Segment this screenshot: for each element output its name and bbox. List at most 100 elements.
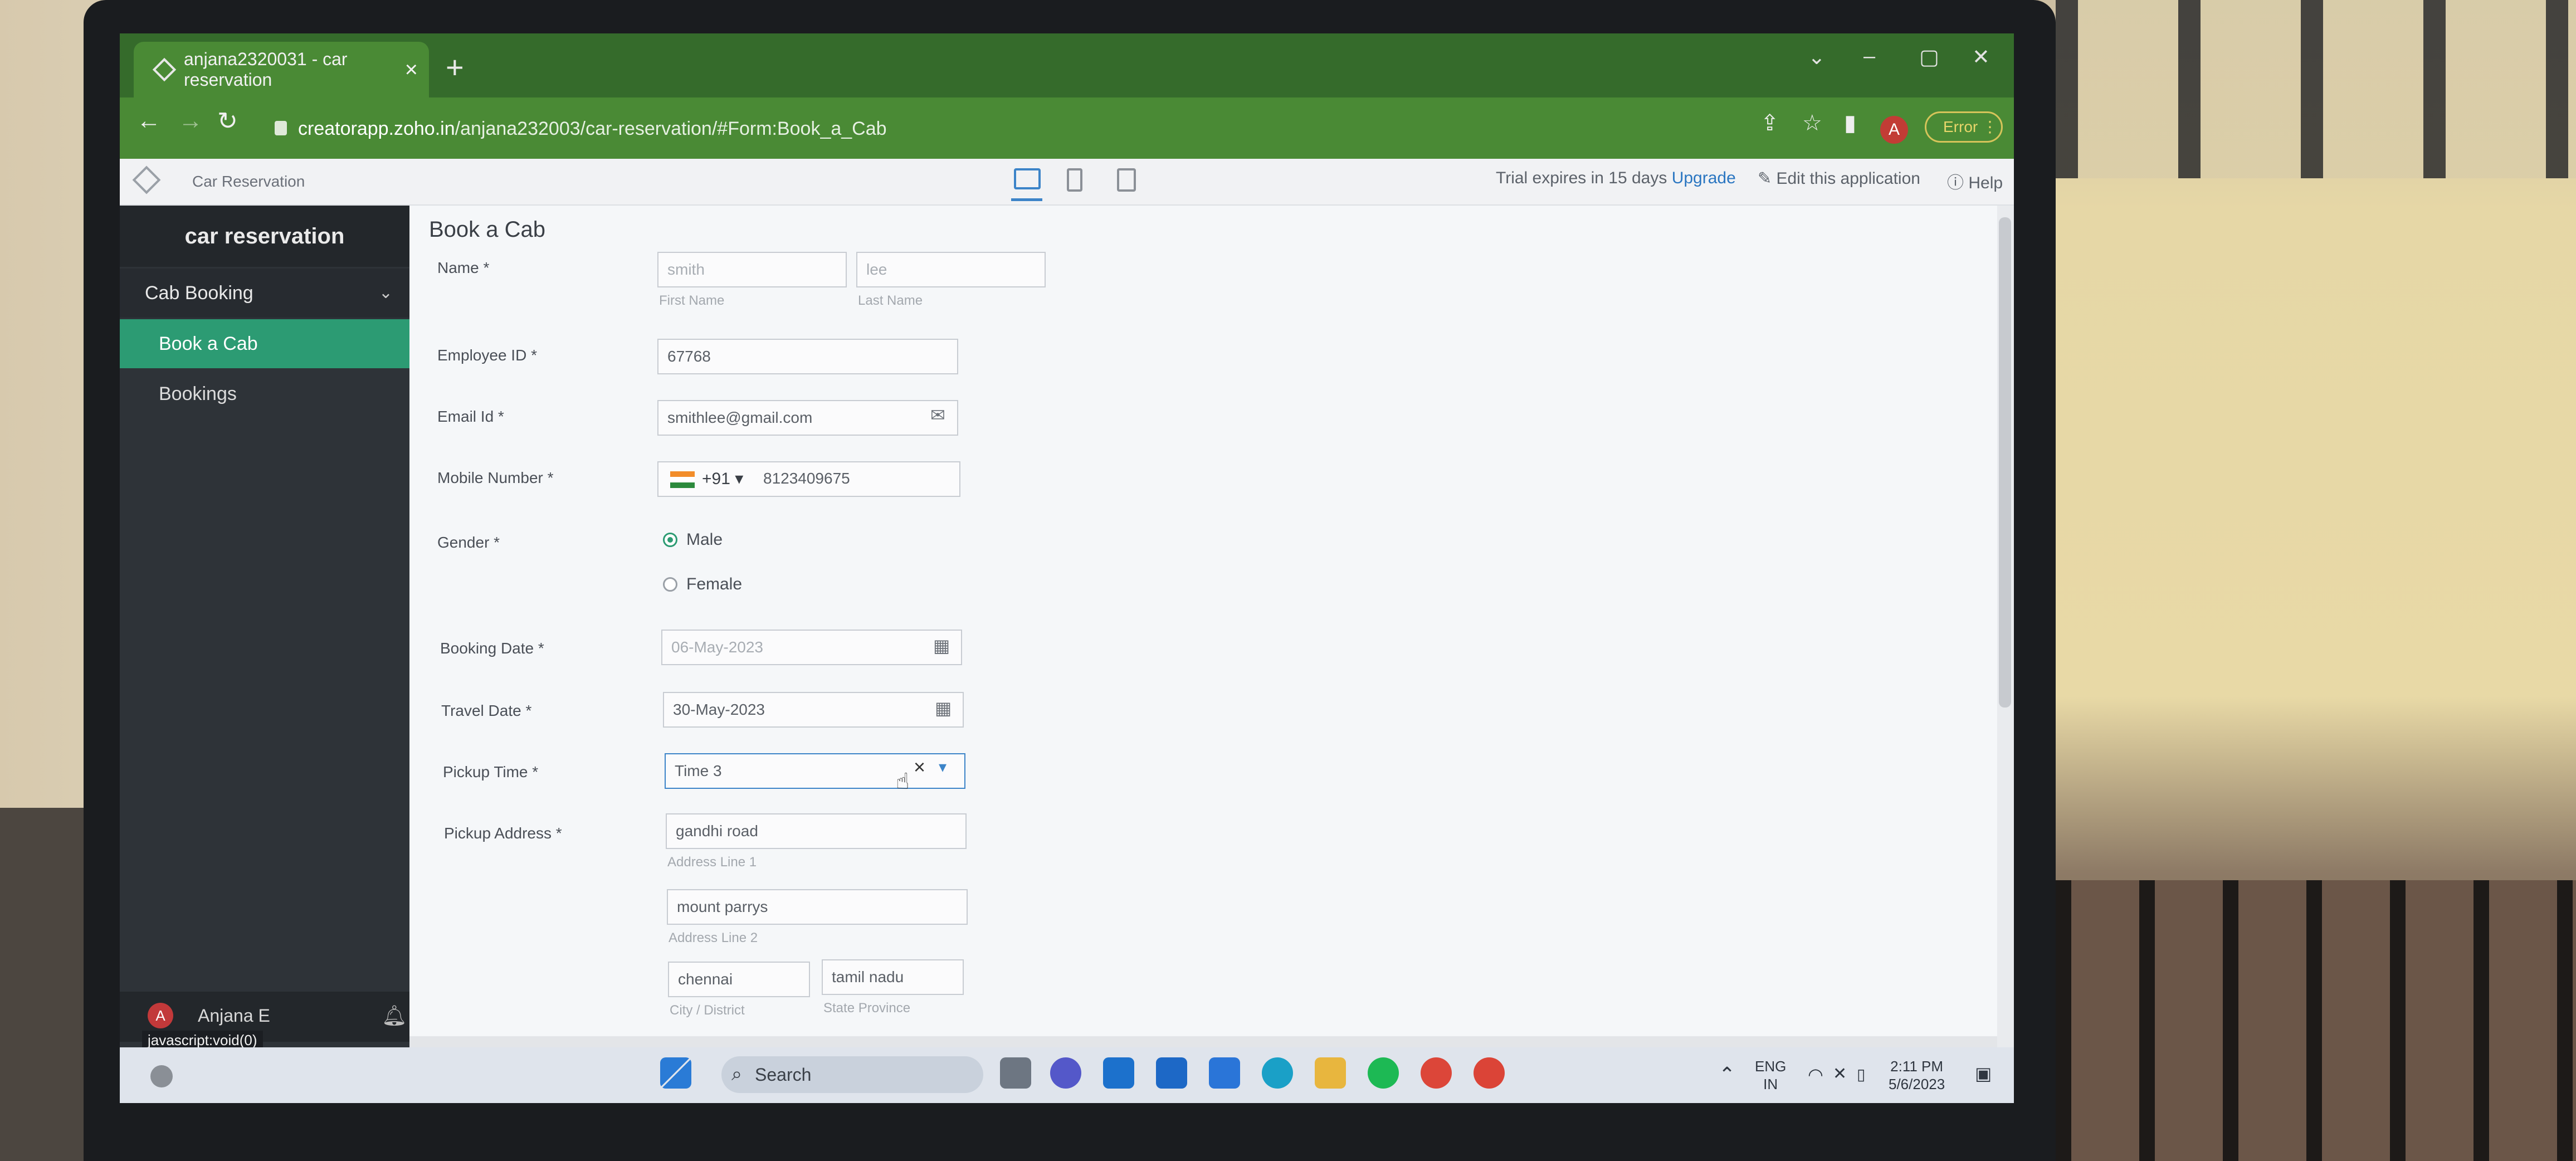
- edge-browser-icon[interactable]: [1262, 1057, 1293, 1089]
- gender-radio-female[interactable]: [663, 577, 677, 592]
- language-indicator[interactable]: ENG IN: [1755, 1057, 1786, 1093]
- gender-radio-male[interactable]: [663, 533, 677, 547]
- first-name-caption: First Name: [659, 293, 725, 308]
- gender-option-male: Male: [686, 530, 723, 549]
- close-window-icon[interactable]: ✕: [1972, 45, 1990, 70]
- last-name-caption: Last Name: [858, 293, 923, 308]
- windows-start-icon[interactable]: [660, 1057, 691, 1089]
- taskbar-search-label: Search: [755, 1065, 812, 1085]
- envelope-icon: ✉: [930, 405, 945, 425]
- minimize-icon[interactable]: –: [1863, 45, 1875, 69]
- share-icon[interactable]: ⇪: [1760, 110, 1779, 136]
- dropdown-arrow-icon[interactable]: ▾: [939, 758, 947, 776]
- mobile-number-input[interactable]: 8123409675: [763, 470, 850, 487]
- background-window: [2056, 0, 2576, 178]
- tray-chevron-up-icon[interactable]: ⌃: [1719, 1063, 1735, 1086]
- zoho-favicon-icon: [152, 57, 177, 82]
- travel-date-input[interactable]: 30-May-2023: [663, 692, 964, 728]
- store-icon[interactable]: [1209, 1057, 1240, 1089]
- name-label: Name *: [437, 259, 490, 276]
- volume-muted-icon[interactable]: ✕: [1833, 1064, 1847, 1084]
- tab-close-icon[interactable]: ×: [405, 57, 418, 82]
- employee-id-label: Employee ID *: [437, 347, 537, 364]
- task-view-icon[interactable]: [1000, 1057, 1031, 1089]
- address-line1-caption: Address Line 1: [667, 855, 757, 870]
- address-line1-input[interactable]: gandhi road: [666, 813, 967, 849]
- email-input[interactable]: smithlee@gmail.com: [657, 400, 958, 436]
- chevron-down-icon: ⌄: [378, 284, 393, 302]
- pickup-address-label: Pickup Address *: [444, 825, 562, 842]
- forward-icon[interactable]: →: [178, 107, 203, 135]
- address-line2-caption: Address Line 2: [669, 930, 758, 945]
- battery-icon[interactable]: ▯: [1857, 1065, 1865, 1084]
- chat-icon[interactable]: [1050, 1057, 1081, 1089]
- spotify-icon[interactable]: [1368, 1057, 1399, 1089]
- reload-icon[interactable]: ↻: [217, 107, 238, 135]
- browser-tab[interactable]: anjana2320031 - car reservation ×: [134, 42, 429, 97]
- horizontal-scrollbar[interactable]: [409, 1036, 1997, 1048]
- sidebar-item-book-a-cab[interactable]: Book a Cab: [120, 319, 409, 368]
- maximize-icon[interactable]: ▢: [1919, 45, 1939, 70]
- clear-selection-icon[interactable]: ×: [914, 755, 925, 779]
- booking-date-input[interactable]: 06-May-2023: [661, 630, 962, 665]
- tab-search-chevron-icon[interactable]: ⌄: [1808, 45, 1826, 70]
- wifi-icon[interactable]: ◠: [1808, 1064, 1823, 1085]
- search-icon: ⌕: [731, 1064, 743, 1085]
- lock-icon[interactable]: [275, 121, 287, 135]
- pickup-time-label: Pickup Time *: [443, 763, 539, 780]
- clock[interactable]: 2:11 PM 5/6/2023: [1889, 1057, 1945, 1093]
- gender-label: Gender *: [437, 534, 500, 551]
- edit-application-link[interactable]: ✎ Edit this application: [1758, 169, 1920, 188]
- url-field[interactable]: creatorapp.zoho.in/anjana232003/car-rese…: [298, 118, 887, 140]
- last-name-input[interactable]: lee: [856, 252, 1046, 287]
- profile-avatar[interactable]: A: [1880, 116, 1908, 144]
- state-input[interactable]: tamil nadu: [822, 959, 964, 995]
- file-explorer-icon[interactable]: [1315, 1057, 1346, 1089]
- widgets-icon[interactable]: [150, 1065, 173, 1087]
- gender-option-female: Female: [686, 575, 743, 593]
- screen-content: anjana2320031 - car reservation × + ⌄ – …: [120, 33, 2014, 1103]
- upgrade-link[interactable]: Upgrade: [1672, 169, 1736, 187]
- mouse-cursor-icon: ☝︎: [896, 769, 910, 794]
- tablet-view-icon[interactable]: [1067, 168, 1082, 192]
- bookmark-star-icon[interactable]: ☆: [1802, 110, 1822, 136]
- chrome-icon[interactable]: [1421, 1057, 1452, 1089]
- first-name-input[interactable]: smith: [657, 252, 847, 287]
- chrome-profile-icon[interactable]: [1474, 1057, 1505, 1089]
- calendar-icon[interactable]: ▦: [933, 635, 950, 656]
- side-panel-icon[interactable]: ▮: [1844, 110, 1856, 136]
- trial-notice: Trial expires in 15 days Upgrade: [1496, 169, 1736, 187]
- background-railing: [2056, 880, 2576, 1161]
- sidebar-app-title: car reservation: [120, 206, 409, 267]
- tab-title: anjana2320031 - car reservation: [184, 49, 348, 90]
- india-flag-icon[interactable]: [670, 471, 695, 488]
- page-title: Book a Cab: [429, 217, 546, 242]
- city-caption: City / District: [670, 1003, 745, 1018]
- employee-id-input[interactable]: 67768: [657, 339, 958, 374]
- help-link[interactable]: ⓘ Help: [1947, 169, 2003, 193]
- calendar-icon[interactable]: ▦: [935, 697, 952, 719]
- avatar[interactable]: A: [148, 1003, 173, 1028]
- desktop-view-icon[interactable]: [1014, 168, 1041, 189]
- app-icon[interactable]: [1156, 1057, 1187, 1089]
- city-input[interactable]: chennai: [668, 962, 810, 997]
- sidebar-item-bookings[interactable]: Bookings: [120, 369, 409, 418]
- notification-bell-icon[interactable]: 🔔︎: [382, 1004, 407, 1027]
- app-name: Car Reservation: [192, 173, 305, 190]
- sidebar-group-cab-booking[interactable]: Cab Booking ⌄: [120, 269, 409, 318]
- new-tab-icon[interactable]: +: [446, 49, 464, 85]
- mobile-view-icon[interactable]: [1117, 168, 1136, 192]
- mobile-number-label: Mobile Number *: [437, 469, 554, 486]
- state-caption: State Province: [823, 1001, 911, 1016]
- notification-icon[interactable]: ▣: [1975, 1063, 1992, 1084]
- browser-error-button[interactable]: Error ⋮: [1925, 111, 2003, 143]
- active-view-indicator: [1011, 198, 1042, 201]
- country-code-select[interactable]: +91 ▾: [702, 469, 743, 489]
- mail-icon[interactable]: [1103, 1057, 1134, 1089]
- back-icon[interactable]: ←: [136, 107, 161, 135]
- scrollbar-thumb[interactable]: [1999, 217, 2011, 708]
- booking-date-label: Booking Date *: [440, 640, 544, 657]
- user-name[interactable]: Anjana E: [198, 1006, 270, 1026]
- address-line2-input[interactable]: mount parrys: [667, 889, 968, 925]
- travel-date-label: Travel Date *: [441, 702, 532, 719]
